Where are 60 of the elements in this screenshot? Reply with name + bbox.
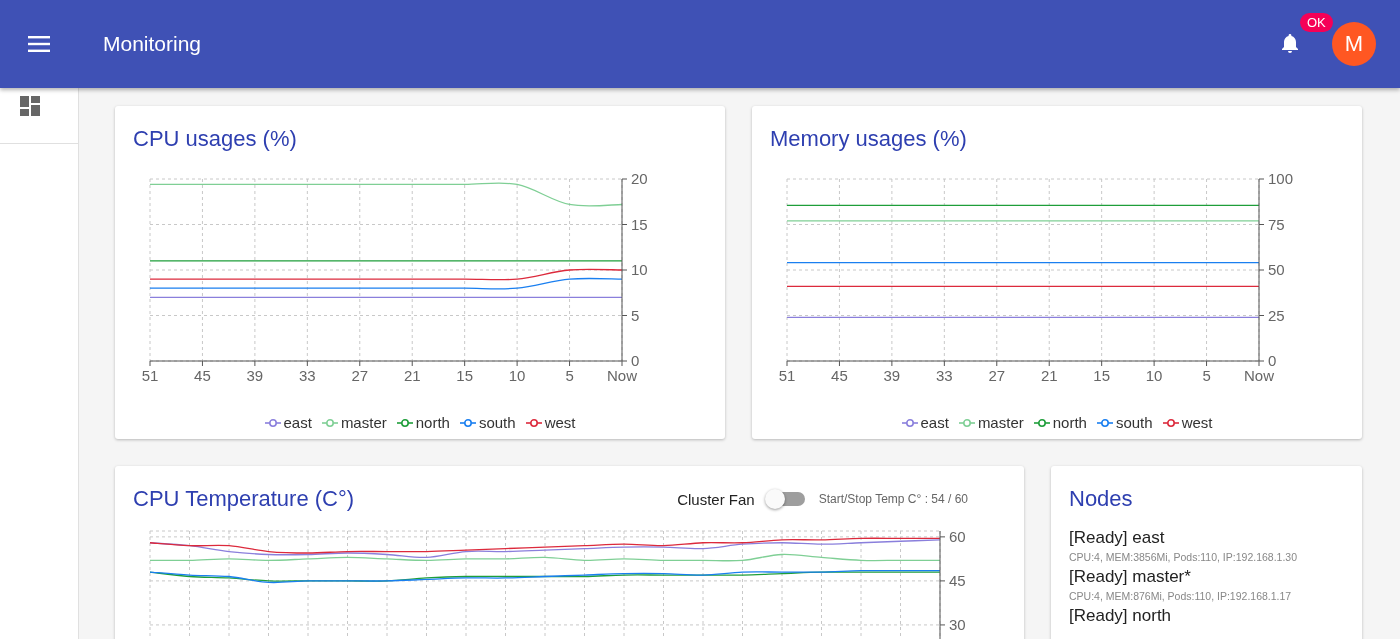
y-tick-label: 60 bbox=[949, 527, 966, 545]
x-tick-label: Now bbox=[607, 367, 637, 384]
x-tick-label: 39 bbox=[246, 367, 264, 384]
menu-icon bbox=[28, 36, 50, 52]
legend-item[interactable]: south bbox=[459, 414, 516, 431]
x-tick-label: 10 bbox=[1145, 367, 1163, 384]
status-badge: OK bbox=[1300, 13, 1333, 32]
y-tick-label: 25 bbox=[1268, 306, 1285, 324]
y-tick-label: 0 bbox=[1268, 352, 1277, 369]
legend-item[interactable]: east bbox=[901, 414, 949, 431]
x-tick-label: 5 bbox=[565, 367, 574, 384]
x-tick-label: 51 bbox=[141, 367, 159, 384]
x-tick-label: 5 bbox=[1202, 367, 1211, 384]
fan-toggle[interactable] bbox=[764, 489, 805, 509]
y-tick-label: 75 bbox=[1268, 215, 1285, 233]
legend-item[interactable]: master bbox=[958, 414, 1024, 431]
legend-item[interactable]: west bbox=[1162, 414, 1213, 431]
x-tick-label: Now bbox=[1244, 367, 1274, 384]
node-name: [Ready] north bbox=[1069, 606, 1173, 626]
x-tick-label: 33 bbox=[936, 367, 953, 384]
x-tick-label: 27 bbox=[988, 367, 1006, 384]
x-tick-label: 15 bbox=[1093, 367, 1110, 384]
x-tick-label: 51 bbox=[778, 367, 796, 384]
legend-item[interactable]: east bbox=[264, 414, 312, 431]
temp-info: Start/Stop Temp C° : 54 / 60 bbox=[818, 492, 968, 506]
y-tick-label: 45 bbox=[949, 571, 966, 589]
x-tick-label: 21 bbox=[1040, 367, 1058, 384]
y-tick-label: 50 bbox=[1268, 261, 1285, 278]
card-title: CPU usages (%) bbox=[133, 126, 298, 152]
node-name: [Ready] east bbox=[1069, 528, 1166, 548]
x-tick-label: 39 bbox=[883, 367, 901, 384]
fan-label: Cluster Fan bbox=[677, 490, 755, 508]
y-tick-label: 10 bbox=[631, 261, 648, 278]
x-tick-label: 21 bbox=[403, 367, 421, 384]
card-title: Memory usages (%) bbox=[770, 126, 968, 152]
x-tick-label: 27 bbox=[351, 367, 369, 384]
y-tick-label: 100 bbox=[1268, 170, 1294, 187]
legend-item[interactable]: west bbox=[525, 414, 576, 431]
card-title: CPU Temperature (C°) bbox=[133, 486, 355, 512]
x-tick-label: 33 bbox=[299, 367, 316, 384]
y-tick-label: 0 bbox=[631, 352, 640, 369]
y-tick-label: 5 bbox=[631, 306, 640, 324]
x-tick-label: 15 bbox=[456, 367, 473, 384]
x-tick-label: 10 bbox=[508, 367, 526, 384]
x-tick-label: 45 bbox=[194, 367, 211, 384]
node-detail: CPU:4, MEM:876Mi, Pods:110, IP:192.168.1.17 bbox=[1069, 590, 1293, 602]
bell-icon bbox=[1280, 33, 1300, 55]
dashboard-icon bbox=[20, 96, 40, 116]
node-name: [Ready] master* bbox=[1069, 567, 1192, 587]
legend-item[interactable]: north bbox=[396, 414, 450, 431]
app-title: Monitoring bbox=[103, 32, 202, 56]
y-tick-label: 20 bbox=[631, 170, 648, 187]
y-tick-label: 15 bbox=[631, 215, 648, 233]
y-tick-label: 30 bbox=[949, 615, 966, 633]
legend-item[interactable]: master bbox=[321, 414, 387, 431]
legend-item[interactable]: north bbox=[1033, 414, 1087, 431]
legend-item[interactable]: south bbox=[1096, 414, 1153, 431]
node-detail: CPU:4, MEM:3856Mi, Pods:110, IP:192.168.1.30 bbox=[1069, 551, 1299, 563]
card-title: Nodes bbox=[1069, 486, 1134, 512]
x-tick-label: 45 bbox=[831, 367, 848, 384]
